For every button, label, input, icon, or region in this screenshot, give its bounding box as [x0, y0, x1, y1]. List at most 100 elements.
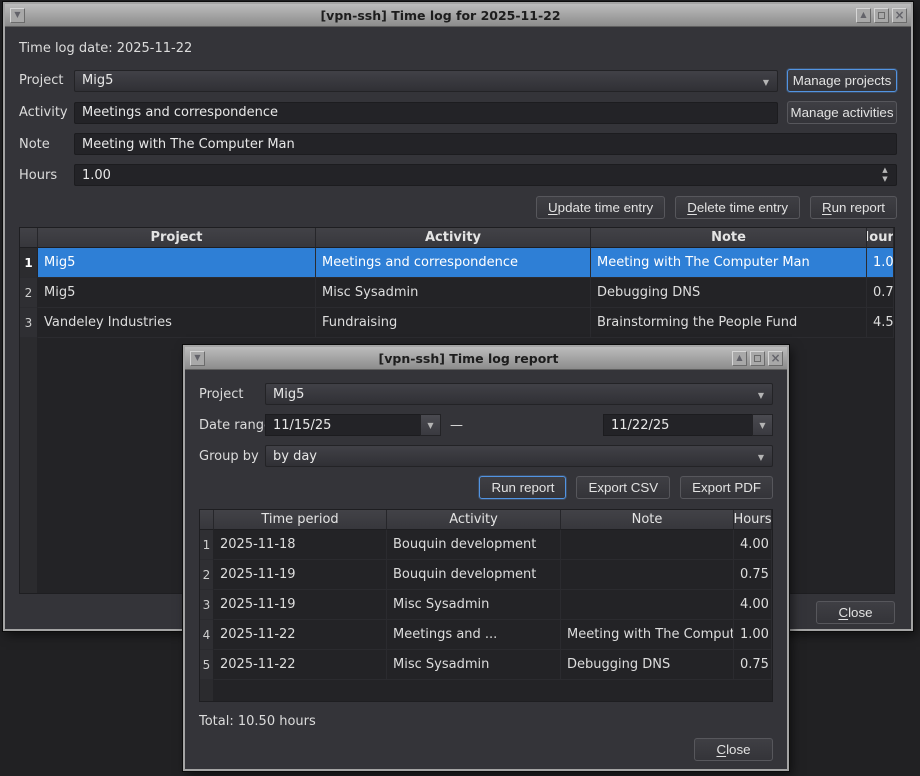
dialog-run-report-button[interactable]: Run report	[479, 476, 566, 499]
cell-activity[interactable]: Fundraising	[316, 308, 591, 338]
cell-activity[interactable]: Misc Sysadmin	[387, 590, 561, 620]
close-icon: ×	[770, 352, 780, 364]
project-label: Project	[19, 73, 65, 88]
window-menu-button[interactable]: ▼	[10, 8, 25, 23]
cell-activity[interactable]: Meetings and ...	[387, 620, 561, 650]
table-row[interactable]: 2 2025-11-19 Bouquin development 0.75	[200, 560, 772, 590]
table-body: 1 2025-11-18 Bouquin development 4.00 2 …	[200, 530, 772, 680]
row-number: 3	[200, 590, 214, 620]
table-row[interactable]: 2 Mig5 Misc Sysadmin Debugging DNS 0.75	[20, 278, 894, 308]
report-project-combobox[interactable]: Mig5 ▼	[265, 383, 773, 405]
cell-hours[interactable]: 1.00	[867, 248, 894, 278]
activity-label: Activity	[19, 105, 65, 120]
maximize-button[interactable]	[750, 351, 765, 366]
cell-activity[interactable]: Bouquin development	[387, 560, 561, 590]
date-to-picker[interactable]: 11/22/25 ▼	[603, 414, 773, 436]
cell-project[interactable]: Mig5	[38, 278, 316, 308]
project-combobox-value: Mig5	[82, 73, 113, 88]
cell-note[interactable]	[561, 560, 734, 590]
row-number: 4	[200, 620, 214, 650]
cell-hours[interactable]: 0.75	[734, 560, 772, 590]
update-time-entry-button[interactable]: Update time entry	[536, 196, 665, 219]
table-row[interactable]: 5 2025-11-22 Misc Sysadmin Debugging DNS…	[200, 650, 772, 680]
hours-label: Hours	[19, 168, 65, 183]
calendar-dropdown-button[interactable]: ▼	[752, 414, 773, 436]
cell-time-period[interactable]: 2025-11-22	[214, 650, 387, 680]
date-to-value[interactable]: 11/22/25	[603, 414, 752, 436]
report-form: Project Mig5 ▼ Date range 11/15/25 ▼ — 1…	[199, 383, 773, 467]
table-row[interactable]: 1 2025-11-18 Bouquin development 4.00	[200, 530, 772, 560]
hours-spinbox[interactable]: 1.00 ▲ ▼	[74, 164, 897, 186]
dialog-close-button[interactable]: Close	[694, 738, 773, 761]
cell-note[interactable]	[561, 590, 734, 620]
entry-action-buttons: Update time entry Delete time entry Run …	[19, 196, 897, 219]
cell-activity[interactable]: Bouquin development	[387, 530, 561, 560]
group-by-value: by day	[273, 449, 317, 464]
cell-hours[interactable]: 0.75	[734, 650, 772, 680]
header-note[interactable]: Note	[591, 228, 867, 248]
header-note[interactable]: Note	[561, 510, 734, 530]
cell-note[interactable]: Meeting with The Computer...	[561, 620, 734, 650]
dialog-titlebar[interactable]: ▼ [vpn-ssh] Time log report ▲ ×	[185, 347, 787, 370]
main-close-button[interactable]: Close	[816, 601, 895, 624]
cell-note[interactable]: Debugging DNS	[591, 278, 867, 308]
table-row[interactable]: 3 2025-11-19 Misc Sysadmin 4.00	[200, 590, 772, 620]
cell-hours[interactable]: 4.00	[734, 530, 772, 560]
cell-time-period[interactable]: 2025-11-18	[214, 530, 387, 560]
shade-icon: ▲	[860, 11, 866, 19]
cell-hours[interactable]: 1.00	[734, 620, 772, 650]
cell-note[interactable]: Meeting with The Computer Man	[591, 248, 867, 278]
time-log-report-dialog: ▼ [vpn-ssh] Time log report ▲ × Project …	[183, 345, 789, 771]
table-row[interactable]: 4 2025-11-22 Meetings and ... Meeting wi…	[200, 620, 772, 650]
header-hours[interactable]: Hours	[734, 510, 772, 530]
cell-project[interactable]: Mig5	[38, 248, 316, 278]
table-row[interactable]: 3 Vandeley Industries Fundraising Brains…	[20, 308, 894, 338]
row-number: 1	[20, 248, 38, 278]
shade-button[interactable]: ▲	[856, 8, 871, 23]
dialog-title: [vpn-ssh] Time log report	[208, 351, 729, 366]
cell-project[interactable]: Vandeley Industries	[38, 308, 316, 338]
cell-hours[interactable]: 0.75	[867, 278, 894, 308]
main-titlebar[interactable]: ▼ [vpn-ssh] Time log for 2025-11-22 ▲ ×	[5, 4, 911, 27]
activity-input[interactable]: Meetings and correspondence	[74, 102, 778, 124]
report-action-buttons: Run report Export CSV Export PDF	[199, 476, 773, 499]
time-entry-form: Project Mig5 ▼ Manage projects Activity …	[19, 69, 897, 186]
close-window-button[interactable]: ×	[768, 351, 783, 366]
delete-time-entry-button[interactable]: Delete time entry	[675, 196, 800, 219]
header-time-period[interactable]: Time period	[214, 510, 387, 530]
cell-activity[interactable]: Misc Sysadmin	[387, 650, 561, 680]
header-project[interactable]: Project	[38, 228, 316, 248]
project-combobox[interactable]: Mig5 ▼	[74, 70, 778, 92]
cell-note[interactable]: Brainstorming the People Fund	[591, 308, 867, 338]
header-activity[interactable]: Activity	[316, 228, 591, 248]
header-hours[interactable]: Hours	[867, 228, 894, 248]
cell-time-period[interactable]: 2025-11-22	[214, 620, 387, 650]
cell-time-period[interactable]: 2025-11-19	[214, 560, 387, 590]
cell-activity[interactable]: Meetings and correspondence	[316, 248, 591, 278]
note-input[interactable]: Meeting with The Computer Man	[74, 133, 897, 155]
shade-button[interactable]: ▲	[732, 351, 747, 366]
cell-hours[interactable]: 4.50	[867, 308, 894, 338]
header-activity[interactable]: Activity	[387, 510, 561, 530]
maximize-button[interactable]	[874, 8, 889, 23]
cell-time-period[interactable]: 2025-11-19	[214, 590, 387, 620]
spinner-buttons[interactable]: ▲ ▼	[878, 167, 892, 185]
date-from-value[interactable]: 11/15/25	[265, 414, 420, 436]
date-from-picker[interactable]: 11/15/25 ▼	[265, 414, 441, 436]
manage-activities-button[interactable]: Manage activities	[787, 101, 897, 124]
cell-note[interactable]	[561, 530, 734, 560]
cell-note[interactable]: Debugging DNS	[561, 650, 734, 680]
export-csv-button[interactable]: Export CSV	[576, 476, 670, 499]
run-report-button[interactable]: Run report	[810, 196, 897, 219]
cell-hours[interactable]: 4.00	[734, 590, 772, 620]
group-by-combobox[interactable]: by day ▼	[265, 445, 773, 467]
export-pdf-button[interactable]: Export PDF	[680, 476, 773, 499]
manage-projects-button[interactable]: Manage projects	[787, 69, 897, 92]
row-number: 3	[20, 308, 38, 338]
table-row[interactable]: 1 Mig5 Meetings and correspondence Meeti…	[20, 248, 894, 278]
body-strip	[214, 680, 772, 701]
calendar-dropdown-button[interactable]: ▼	[420, 414, 441, 436]
close-window-button[interactable]: ×	[892, 8, 907, 23]
window-menu-button[interactable]: ▼	[190, 351, 205, 366]
cell-activity[interactable]: Misc Sysadmin	[316, 278, 591, 308]
